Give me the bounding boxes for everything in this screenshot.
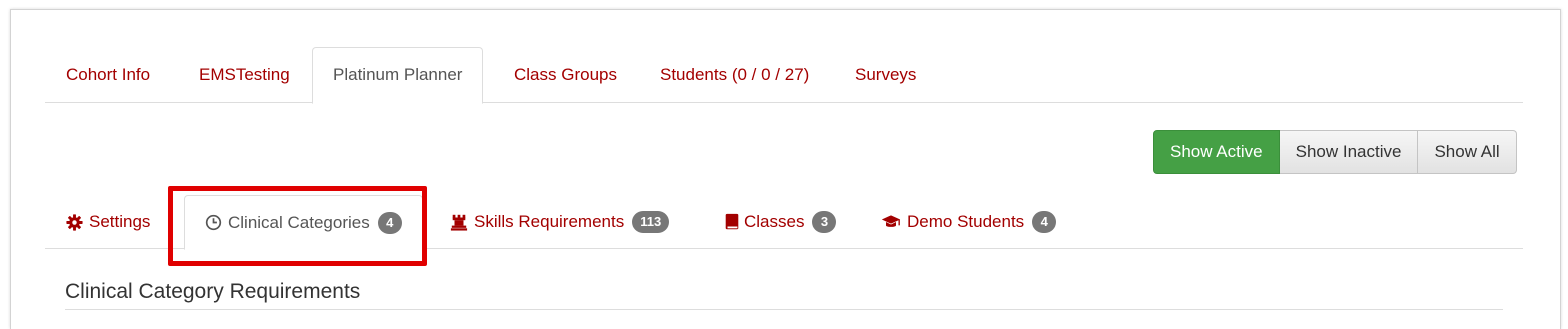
subtab-settings[interactable]: Settings	[66, 195, 150, 249]
rook-icon	[450, 213, 468, 231]
top-tab-bar: Cohort Info EMSTesting Platinum Planner …	[45, 47, 1523, 104]
highlight-box	[168, 186, 427, 266]
tab-students[interactable]: Students (0 / 0 / 27)	[660, 47, 809, 103]
subtab-skills-requirements-label: Skills Requirements	[474, 212, 625, 231]
tab-platinum-planner[interactable]: Platinum Planner	[312, 47, 484, 104]
count-badge: 113	[632, 211, 670, 233]
show-all-button[interactable]: Show All	[1418, 130, 1517, 174]
graduation-cap-icon	[881, 214, 901, 230]
tab-emstesting[interactable]: EMSTesting	[199, 47, 290, 103]
subtab-settings-label: Settings	[89, 212, 151, 231]
tab-surveys[interactable]: Surveys	[855, 47, 916, 103]
subtab-demo-students-label: Demo Students	[907, 212, 1025, 231]
book-icon	[724, 213, 740, 231]
count-badge: 4	[1032, 211, 1057, 233]
subtab-demo-students[interactable]: Demo Students 4	[881, 195, 1057, 249]
active-filter-toggle: Show Active Show Inactive Show All	[1153, 130, 1517, 174]
section-title: Clinical Category Requirements	[65, 280, 361, 303]
subtab-classes[interactable]: Classes 3	[724, 195, 837, 249]
tab-cohort-info[interactable]: Cohort Info	[66, 47, 150, 103]
tab-class-groups[interactable]: Class Groups	[514, 47, 617, 103]
subtab-classes-label: Classes	[744, 212, 805, 231]
count-badge: 3	[812, 211, 837, 233]
show-inactive-button[interactable]: Show Inactive	[1279, 130, 1419, 174]
section-divider	[65, 309, 1503, 310]
subtab-skills-requirements[interactable]: Skills Requirements 113	[450, 195, 670, 249]
show-active-button[interactable]: Show Active	[1153, 130, 1280, 174]
gear-icon	[66, 213, 83, 231]
